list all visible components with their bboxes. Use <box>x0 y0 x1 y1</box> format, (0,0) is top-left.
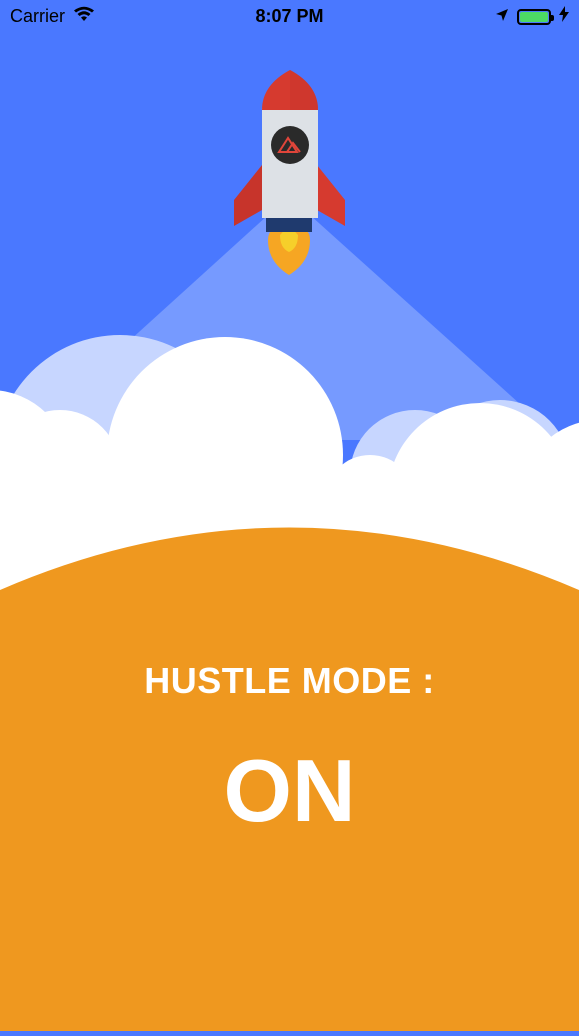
right-fin <box>317 165 345 226</box>
launch-scene <box>0 0 579 1031</box>
hustle-mode-label: HUSTLE MODE : <box>144 660 435 701</box>
hustle-mode-value[interactable]: ON <box>0 740 579 842</box>
location-arrow-icon <box>495 6 509 27</box>
status-time: 8:07 PM <box>255 6 324 26</box>
status-bar: Carrier 8:07 PM <box>0 0 579 34</box>
battery-icon <box>517 8 554 25</box>
left-fin <box>234 165 262 226</box>
charging-bolt-icon <box>559 6 569 27</box>
rocket-launch-illustration <box>0 70 579 1031</box>
